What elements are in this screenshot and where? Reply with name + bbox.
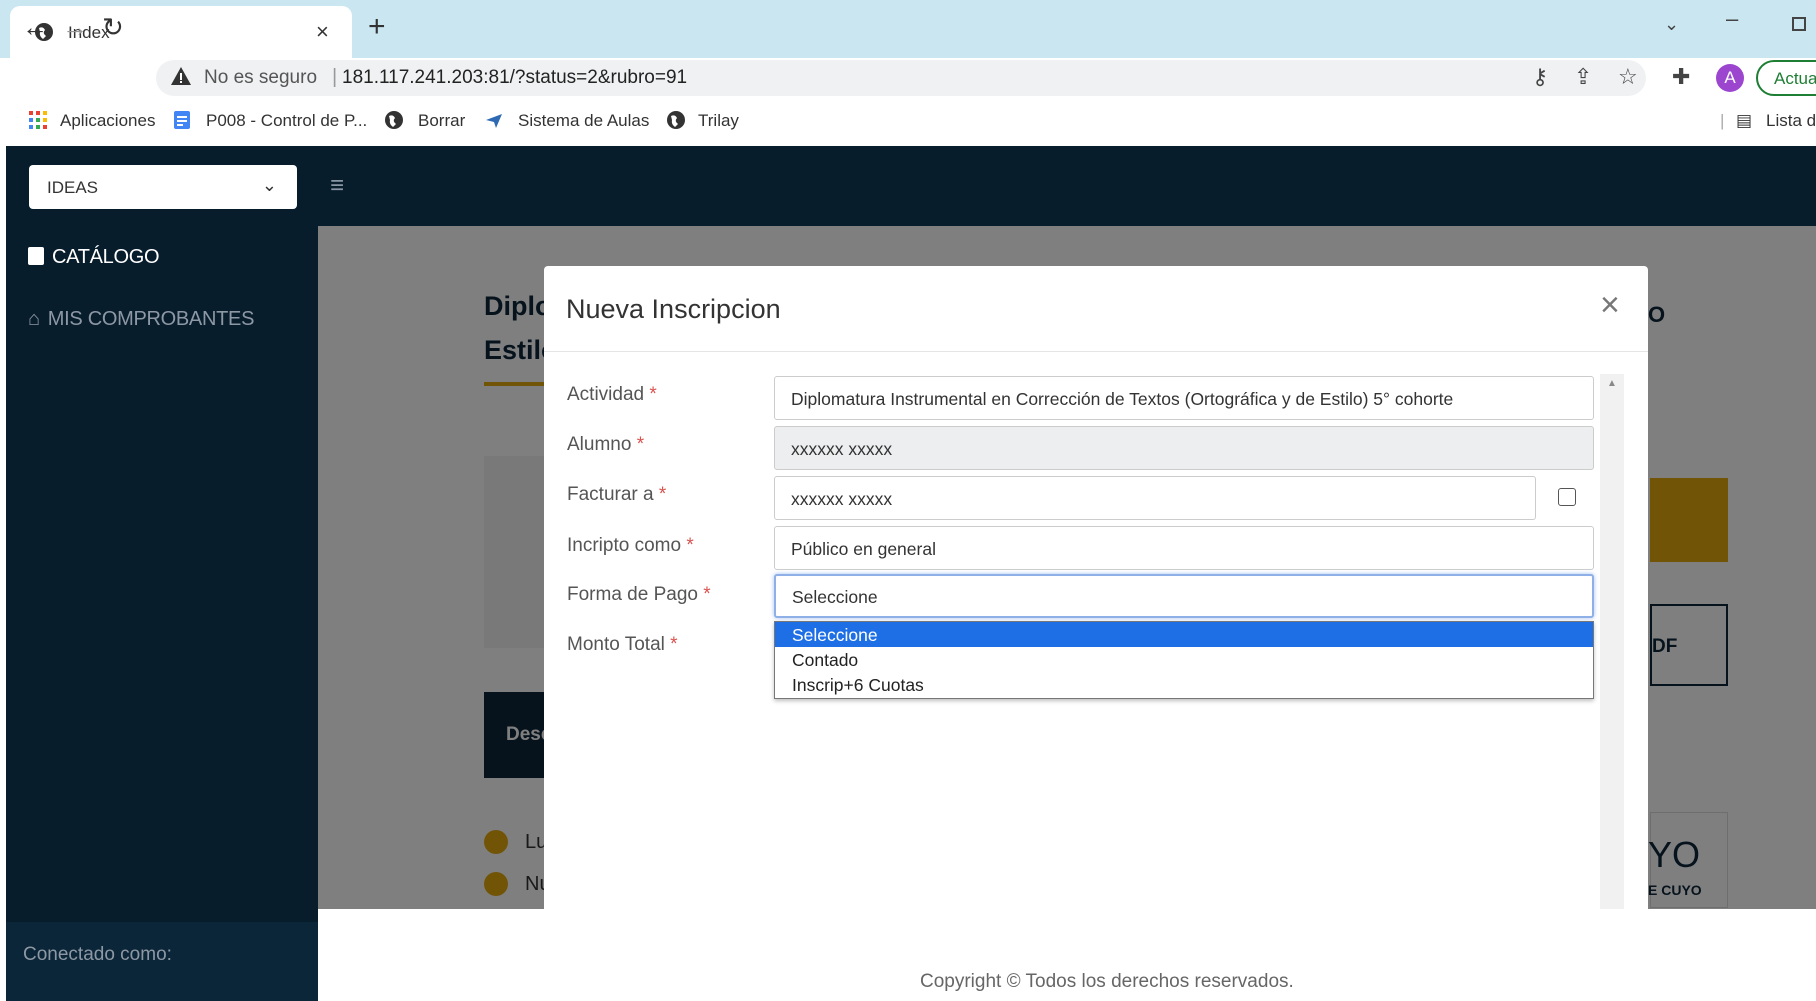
sidebar-item-label: CATÁLOGO <box>52 246 160 268</box>
warning-icon[interactable] <box>170 65 192 87</box>
forma-pago-select[interactable]: Seleccione <box>774 574 1594 618</box>
minimize-window-icon[interactable]: – <box>1726 6 1738 32</box>
forward-arrow-icon[interactable]: → <box>62 12 88 43</box>
bookmark-borrar[interactable]: Borrar <box>418 111 465 131</box>
org-select-value: IDEAS <box>47 178 99 197</box>
connected-as-label: Conectado como: <box>23 944 172 965</box>
chevron-down-icon: ⌄ <box>261 175 277 195</box>
inscripto-select[interactable]: Público en general <box>774 526 1594 570</box>
sidebar-item-catalogo[interactable]: CATÁLOGO <box>28 246 160 269</box>
extensions-icon[interactable]: ✚ <box>1672 64 1690 90</box>
copyright-text: Copyright © Todos los derechos reservado… <box>920 971 1294 992</box>
reading-list-label[interactable]: Lista de <box>1766 111 1816 131</box>
actividad-select[interactable]: Diplomatura Instrumental en Corrección d… <box>774 376 1594 420</box>
sidebar-footer: Conectado como: <box>6 922 318 1001</box>
label-monto: Monto Total * <box>567 634 678 655</box>
bookmark-p008[interactable]: P008 - Control de P... <box>206 111 367 131</box>
bookmarks-divider: | <box>1720 111 1725 130</box>
label-actividad: Actividad * <box>567 384 657 405</box>
close-icon[interactable]: × <box>1600 288 1620 322</box>
facturar-checkbox[interactable] <box>1558 488 1576 506</box>
bookmark-apps[interactable]: Aplicaciones <box>60 111 155 131</box>
globe-icon[interactable] <box>666 110 686 130</box>
sidebar-item-comprobantes[interactable]: ⌂ MIS COMPROBANTES <box>28 308 254 331</box>
bookmark-trilay[interactable]: Trilay <box>698 111 739 131</box>
scroll-up-icon[interactable]: ▲ <box>1607 378 1617 389</box>
modal-title: Nueva Inscripcion <box>566 294 781 324</box>
option-cuotas[interactable]: Inscrip+6 Cuotas <box>775 672 1593 697</box>
url-separator: | <box>332 66 338 88</box>
label-alumno: Alumno * <box>567 434 645 455</box>
tab-search-chevron-icon[interactable]: ⌄ <box>1664 14 1679 35</box>
reading-list-icon[interactable]: ▤ <box>1736 111 1752 131</box>
tab-close-icon[interactable]: × <box>316 19 329 45</box>
new-tab-button[interactable]: + <box>368 10 386 44</box>
book-icon <box>28 247 44 265</box>
modal-scrollbar[interactable] <box>1600 374 1624 909</box>
home-icon: ⌂ <box>28 308 40 330</box>
bookmark-sistema-aulas[interactable]: Sistema de Aulas <box>518 111 649 131</box>
globe-icon[interactable] <box>384 110 404 130</box>
option-contado[interactable]: Contado <box>775 647 1593 672</box>
menu-icon[interactable]: ≡ <box>330 172 344 200</box>
label-forma-pago: Forma de Pago * <box>567 584 711 605</box>
back-arrow-icon[interactable]: ← <box>22 12 48 43</box>
not-secure-label[interactable]: No es seguro <box>204 67 317 89</box>
key-icon[interactable]: ⚷ <box>1532 64 1548 90</box>
update-button[interactable]: Actual <box>1756 60 1816 96</box>
forma-pago-dropdown: Seleccione Contado Inscrip+6 Cuotas <box>774 621 1594 699</box>
label-inscripto: Incripto como * <box>567 535 694 556</box>
restore-window-icon[interactable] <box>1792 17 1806 31</box>
sidebar <box>6 146 318 1001</box>
org-select[interactable]: IDEAS ⌄ <box>29 165 297 209</box>
alumno-field: xxxxxx xxxxx <box>774 426 1594 470</box>
profile-avatar[interactable]: A <box>1716 64 1744 92</box>
star-icon[interactable]: ☆ <box>1618 64 1638 90</box>
label-facturar: Facturar a * <box>567 484 667 505</box>
sidebar-item-label: MIS COMPROBANTES <box>47 308 255 330</box>
docs-icon[interactable] <box>172 110 192 130</box>
reload-icon[interactable]: ↻ <box>102 12 124 43</box>
share-icon[interactable]: ⇪ <box>1574 64 1592 90</box>
apps-grid-icon[interactable] <box>28 110 48 130</box>
facturar-field[interactable]: xxxxxx xxxxx <box>774 476 1536 520</box>
plane-icon[interactable] <box>484 110 504 130</box>
option-seleccione[interactable]: Seleccione <box>775 622 1593 647</box>
url-text[interactable]: 181.117.241.203:81/?status=2&rubro=91 <box>342 67 687 89</box>
app-topbar <box>318 146 1816 226</box>
